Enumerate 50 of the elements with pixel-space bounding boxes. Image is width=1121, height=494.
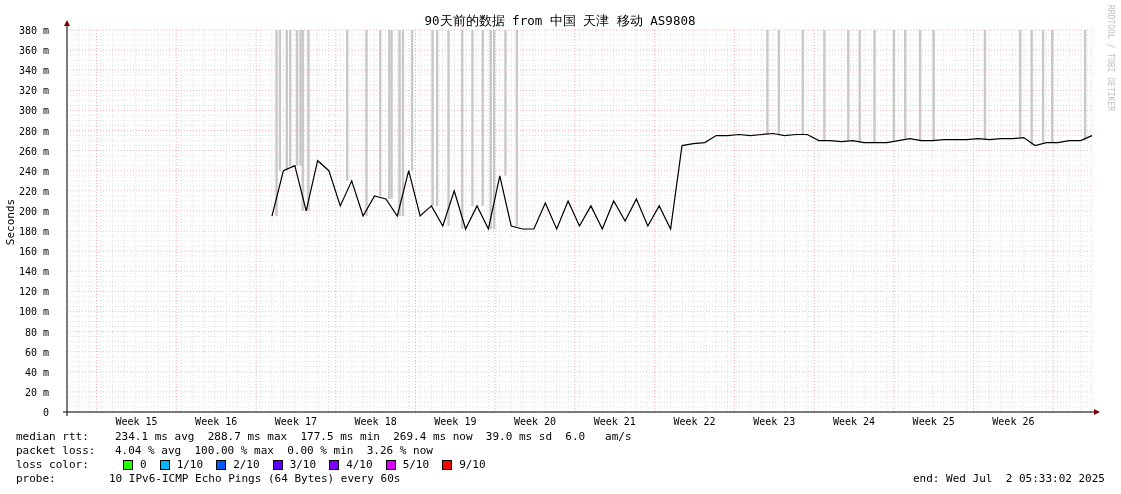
y-tick-label: 380 m [18,25,49,36]
y-tick-label: 60 m [24,346,49,358]
packet-loss-stats: 4.04 % avg 100.00 % max 0.00 % min 3.26 % now [115,444,433,458]
y-tick-label: 40 m [24,366,49,378]
x-tick-label: Week 15 [115,416,158,427]
loss-color-label: 0 [140,458,147,472]
x-tick-label: Week 19 [434,416,477,427]
legend-label: median rtt: [16,430,90,444]
y-tick-label: 260 m [18,145,49,157]
y-tick-label: 320 m [18,85,49,97]
probe-info: 10 IPv6-ICMP Echo Pings (64 Bytes) every 60s [109,472,401,486]
x-tick-label: Week 26 [992,416,1035,427]
y-tick-label: 160 m [18,246,49,258]
y-tick-label: 360 m [18,45,49,57]
loss-color-label: 1/10 [176,458,204,472]
x-tick-label: Week 17 [274,416,317,427]
x-tick-label: Week 18 [354,416,397,427]
x-tick-label: Week 21 [593,416,636,427]
y-tick-label: 120 m [18,286,49,298]
x-tick-label: Week 25 [912,416,955,427]
chart-title: 90天前的数据 from 中国 天津 移动 AS9808 [424,13,696,28]
loss-color-label: 4/10 [346,458,373,472]
credit-text: RRDTOOL / TOBI OETIKER [1106,5,1115,111]
median-rtt-stats: 234.1 ms avg 288.7 ms max 177.5 ms min 269.4 ms now 39.0 ms sd 6.0 am/s [115,430,632,444]
legend-label: loss color: [16,458,90,472]
y-tick-label: 0 [42,407,49,418]
y-tick-label: 180 m [18,226,49,238]
end-time: end: Wed Jul 2 05:33:02 2025 [912,472,1105,486]
loss-color-label: 2/10 [233,458,260,472]
x-tick-label: Week 20 [514,416,557,427]
x-tick-label: Week 22 [673,416,716,427]
y-tick-label: 240 m [18,165,49,177]
y-tick-label: 200 m [18,205,49,217]
y-tick-label: 300 m [18,105,49,117]
x-tick-label: Week 16 [195,416,238,427]
y-tick-label: 20 m [24,386,49,398]
y-tick-label: 220 m [18,185,49,197]
y-axis-label: Seconds [4,198,17,246]
x-tick-label: Week 24 [832,416,876,427]
y-tick-label: 340 m [18,65,49,77]
loss-color-label: 9/10 [459,458,486,472]
y-tick-label: 80 m [24,326,49,338]
loss-color-label: 3/10 [289,458,317,472]
y-tick-label: 140 m [18,266,49,278]
y-tick-label: 280 m [18,125,49,137]
legend-label: probe: [16,472,57,486]
y-tick-label: 100 m [18,306,49,318]
x-tick-label: Week 23 [753,416,796,427]
legend-label: packet loss: [16,444,97,458]
loss-color-label: 5/10 [402,458,430,472]
